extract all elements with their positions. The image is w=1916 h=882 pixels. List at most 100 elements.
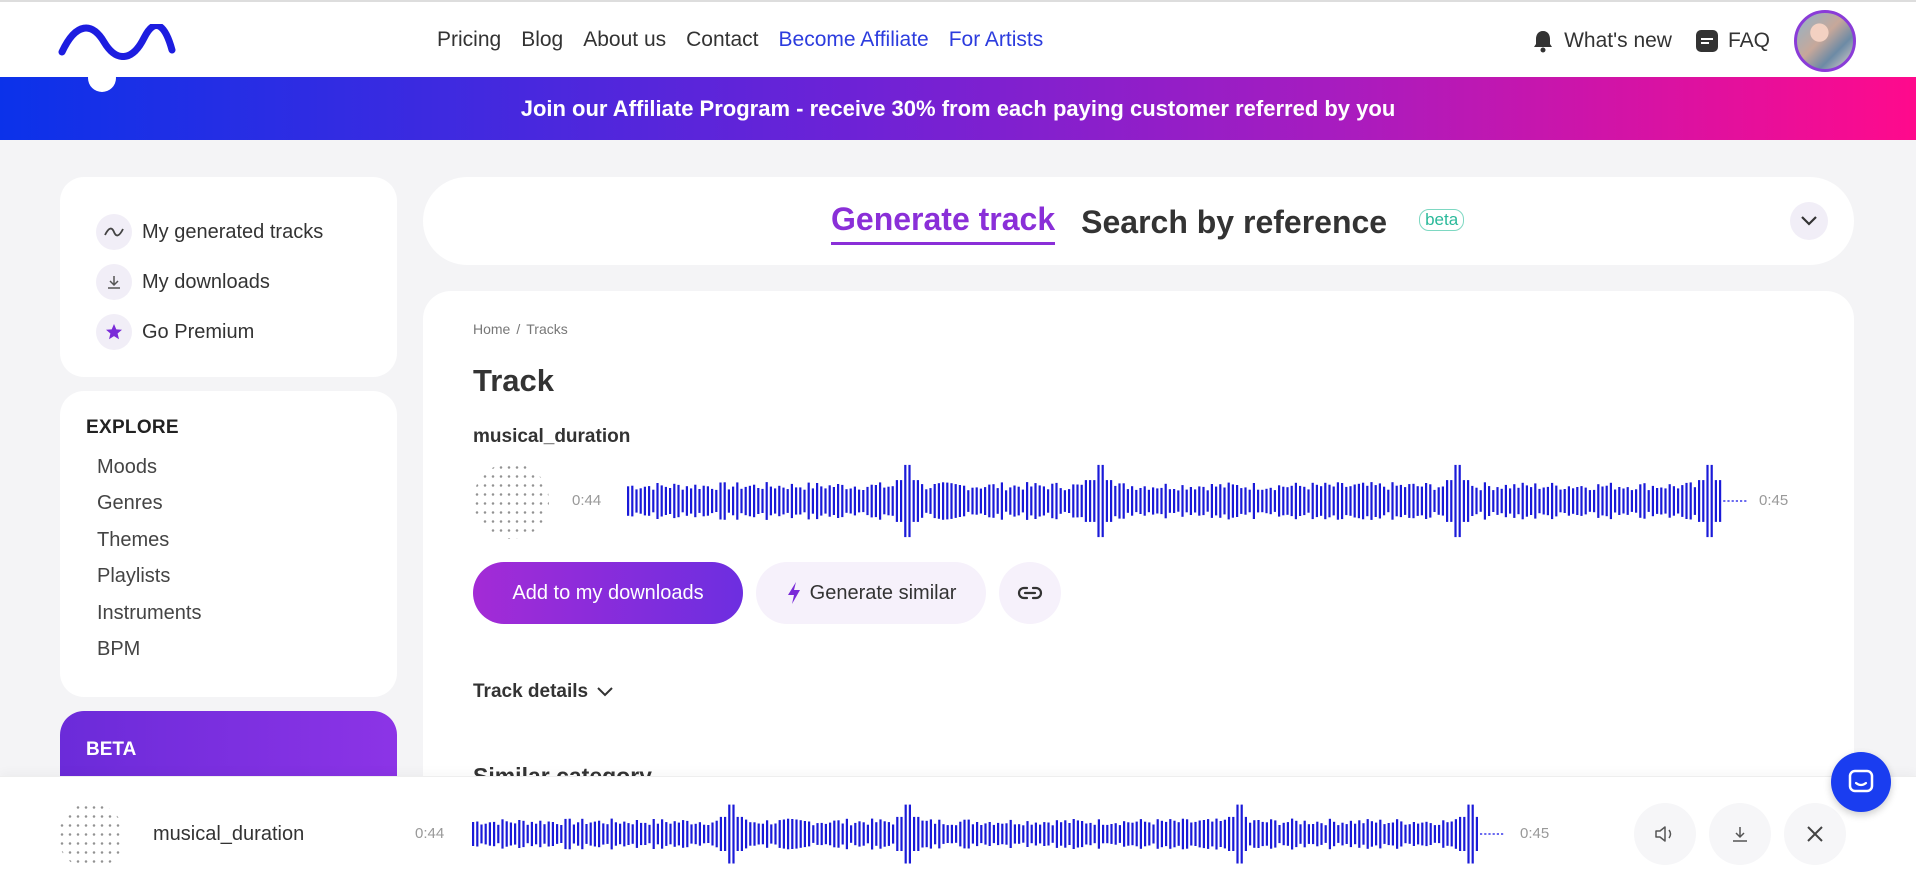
nav-link-about[interactable]: About us	[583, 28, 666, 52]
nav-link-affiliate[interactable]: Become Affiliate	[779, 28, 929, 52]
waveform-bar	[677, 484, 680, 518]
nav-link-artists[interactable]: For Artists	[949, 28, 1044, 52]
nav-link-contact[interactable]: Contact	[686, 28, 758, 52]
waveform-bar	[866, 824, 869, 844]
player-cover[interactable]	[58, 803, 124, 869]
copy-link-button[interactable]	[999, 562, 1061, 624]
waveform-bar	[724, 816, 727, 851]
explore-item-genres[interactable]: Genres	[86, 486, 371, 523]
waveform-bar	[1412, 822, 1415, 846]
waveform[interactable]	[627, 463, 1749, 539]
waveform-bar	[1488, 833, 1491, 835]
waveform-bar	[1122, 483, 1125, 519]
expand-tabs-button[interactable]	[1790, 202, 1828, 240]
waveform-bar	[1601, 486, 1604, 516]
waveform-bar	[1433, 489, 1436, 512]
explore-item-moods[interactable]: Moods	[86, 449, 371, 486]
sidebar-item-downloads[interactable]: My downloads	[96, 257, 361, 307]
waveform-bar	[1152, 824, 1155, 844]
waveform-bar	[661, 819, 664, 849]
waveform-bar	[1475, 487, 1478, 515]
tab-search-by-reference[interactable]: Search by reference	[1081, 204, 1387, 245]
player-track-name: musical_duration	[153, 823, 305, 845]
volume-button[interactable]	[1634, 803, 1696, 865]
waveform-bar	[1168, 489, 1171, 513]
explore-item-playlists[interactable]: Playlists	[86, 559, 371, 596]
sidebar-explore: EXPLORE Moods Genres Themes Playlists In…	[60, 391, 397, 697]
waveform-bar	[1106, 824, 1109, 844]
waveform-bar	[1038, 485, 1041, 517]
waveform-bar	[1018, 824, 1021, 844]
waveform-bar	[1437, 487, 1440, 515]
waveform-bar	[694, 484, 697, 518]
generate-similar-button[interactable]: Generate similar	[756, 562, 986, 624]
waveform-bar	[572, 824, 575, 844]
nav-link-pricing[interactable]: Pricing	[437, 28, 501, 52]
explore-title: EXPLORE	[86, 417, 179, 438]
waveform-bar	[1488, 486, 1491, 516]
add-to-downloads-button[interactable]: Add to my downloads	[473, 562, 743, 624]
waveform-bar	[883, 487, 886, 515]
track-details-toggle[interactable]: Track details	[473, 681, 614, 703]
waveform-bar	[1286, 822, 1289, 846]
faq-button[interactable]: FAQ	[1695, 29, 1770, 53]
nav-link-blog[interactable]: Blog	[521, 28, 563, 52]
player-time-current: 0:44	[415, 825, 445, 842]
waveform-bar	[1026, 482, 1029, 520]
breadcrumb-tracks[interactable]: Tracks	[526, 321, 567, 337]
waveform-bar	[787, 818, 790, 850]
time-current: 0:44	[572, 492, 602, 509]
waveform-bar	[1206, 490, 1209, 512]
affiliate-banner[interactable]: Join our Affiliate Program - receive 30%…	[0, 77, 1916, 140]
waveform-bar	[1366, 819, 1369, 849]
waveform-bar	[891, 486, 894, 516]
waveform-bar	[1291, 818, 1294, 850]
explore-item-themes[interactable]: Themes	[86, 522, 371, 559]
waveform-bar	[980, 825, 983, 844]
waveform-bar	[1731, 500, 1734, 502]
explore-item-bpm[interactable]: BPM	[86, 632, 371, 669]
waveform-bar	[664, 486, 667, 515]
waveform-bar	[1165, 821, 1168, 847]
sidebar-item-generated-tracks[interactable]: My generated tracks	[96, 207, 361, 257]
player-download-button[interactable]	[1709, 803, 1771, 865]
waveform-bar	[1135, 489, 1138, 513]
explore-item-instruments[interactable]: Instruments	[86, 595, 371, 632]
chat-support-button[interactable]	[1831, 752, 1891, 812]
avatar[interactable]	[1794, 10, 1856, 72]
waveform-bar	[984, 823, 987, 845]
waveform-bar	[1496, 833, 1499, 835]
waveform-bar	[1429, 484, 1432, 518]
tab-generate-track[interactable]: Generate track	[831, 201, 1056, 245]
whats-new-button[interactable]: What's new	[1532, 29, 1672, 53]
waveform-bar	[1727, 500, 1730, 502]
waveform-bar	[1060, 822, 1063, 846]
waveform-bar	[1307, 824, 1310, 844]
waveform-bar	[1492, 490, 1495, 512]
waveform-bar	[484, 823, 487, 845]
logo-icon[interactable]	[58, 24, 176, 60]
waveform-bar	[472, 822, 475, 846]
waveform-bar	[652, 489, 655, 513]
waveform-bar	[997, 822, 1000, 846]
close-player-button[interactable]	[1784, 803, 1846, 865]
waveform-bar	[1320, 823, 1323, 845]
waveform-bar	[1618, 487, 1621, 515]
waveform-bar	[1454, 819, 1457, 849]
waveform-bar	[929, 488, 932, 514]
waveform-bar	[1375, 822, 1378, 846]
waveform-bar	[1677, 488, 1680, 514]
breadcrumb-home[interactable]: Home	[473, 321, 510, 337]
waveform-bar	[627, 823, 630, 845]
waveform-bar	[493, 821, 496, 847]
waveform-bar	[1231, 484, 1234, 518]
player-waveform[interactable]	[472, 803, 1508, 865]
track-cover[interactable]	[473, 463, 549, 539]
sidebar-item-premium[interactable]: Go Premium	[96, 307, 361, 357]
waveform-bar	[1374, 485, 1377, 517]
waveform-bar	[1555, 485, 1558, 517]
chevron-down-icon	[597, 687, 613, 697]
waveform-bar	[1735, 500, 1738, 502]
chat-icon	[1848, 769, 1874, 793]
waveform-bar	[854, 822, 857, 846]
